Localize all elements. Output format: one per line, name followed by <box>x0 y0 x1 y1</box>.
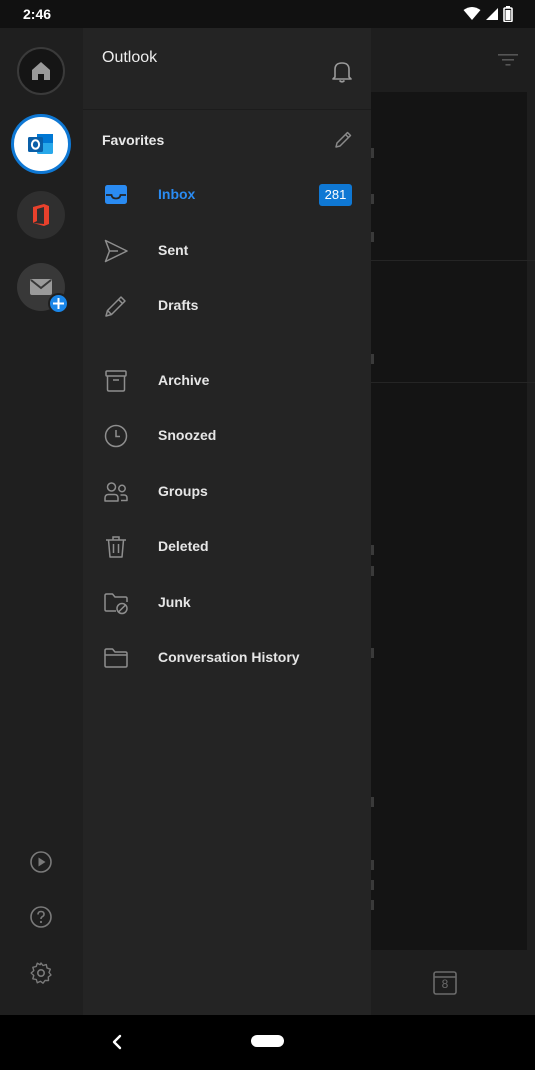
drawer-header-divider <box>83 109 371 110</box>
folder-icon <box>104 648 128 668</box>
office-icon <box>33 204 49 226</box>
gear-icon[interactable] <box>29 961 53 985</box>
drawer-title: Outlook <box>102 49 158 66</box>
add-account-button[interactable] <box>17 263 69 314</box>
outlook-account-button[interactable] <box>11 114 71 174</box>
folder-label: Junk <box>158 594 191 610</box>
background-divider <box>370 382 535 383</box>
folder-groups[interactable]: Groups <box>83 466 371 518</box>
folder-label: Inbox <box>158 186 196 202</box>
folder-junk[interactable]: Junk <box>83 577 371 629</box>
home-pill[interactable] <box>251 1035 284 1047</box>
background-scrollbar <box>527 92 535 950</box>
edit-favorites-icon[interactable] <box>332 129 354 151</box>
filter-icon[interactable] <box>497 52 519 68</box>
calendar-tab[interactable]: 8 <box>432 968 458 996</box>
outlook-icon <box>28 134 53 154</box>
favorites-label: Favorites <box>102 132 165 148</box>
play-icon[interactable] <box>29 850 53 874</box>
bell-icon[interactable] <box>331 59 353 83</box>
wifi-icon <box>463 7 481 20</box>
pencil-icon <box>105 296 126 317</box>
status-bar: 2:46 <box>0 0 535 28</box>
status-time: 2:46 <box>23 6 52 22</box>
folder-label: Groups <box>158 483 208 499</box>
folder-sent[interactable]: Sent <box>83 225 371 277</box>
mail-icon <box>30 279 52 295</box>
folder-label: Deleted <box>158 538 209 554</box>
folder-archive[interactable]: Archive <box>83 355 371 407</box>
send-icon <box>104 239 128 263</box>
people-icon <box>104 482 128 502</box>
folder-inbox[interactable]: Inbox 281 <box>83 169 371 221</box>
help-icon[interactable] <box>29 905 53 929</box>
folder-label: Conversation History <box>158 649 300 665</box>
trash-icon <box>106 536 126 558</box>
folder-snoozed[interactable]: Snoozed <box>83 410 371 462</box>
calendar-day: 8 <box>441 977 449 991</box>
add-icon <box>48 293 69 314</box>
folder-conversation-history[interactable]: Conversation History <box>83 632 371 684</box>
navigation-drawer: Outlook Favorites Inbox 281 Sent Drafts <box>0 28 371 1015</box>
folder-label: Sent <box>158 242 189 258</box>
background-divider <box>370 260 535 261</box>
system-nav-bar <box>0 1015 535 1070</box>
back-icon[interactable] <box>110 1033 124 1051</box>
clock-icon <box>104 424 128 448</box>
folder-deleted[interactable]: Deleted <box>83 521 371 573</box>
signal-icon <box>486 8 498 20</box>
folder-label: Snoozed <box>158 427 217 443</box>
account-rail <box>0 28 83 1015</box>
folder-drafts[interactable]: Drafts <box>83 280 371 332</box>
folder-label: Drafts <box>158 297 199 313</box>
folder-label: Archive <box>158 372 210 388</box>
battery-icon <box>503 6 513 22</box>
folder-blocked-icon <box>104 593 128 615</box>
office-app-button[interactable] <box>17 191 65 239</box>
unread-count-badge: 281 <box>319 184 352 206</box>
archive-icon <box>105 370 127 392</box>
home-icon <box>32 62 50 80</box>
inbox-icon <box>105 185 127 204</box>
home-button[interactable] <box>17 47 65 95</box>
